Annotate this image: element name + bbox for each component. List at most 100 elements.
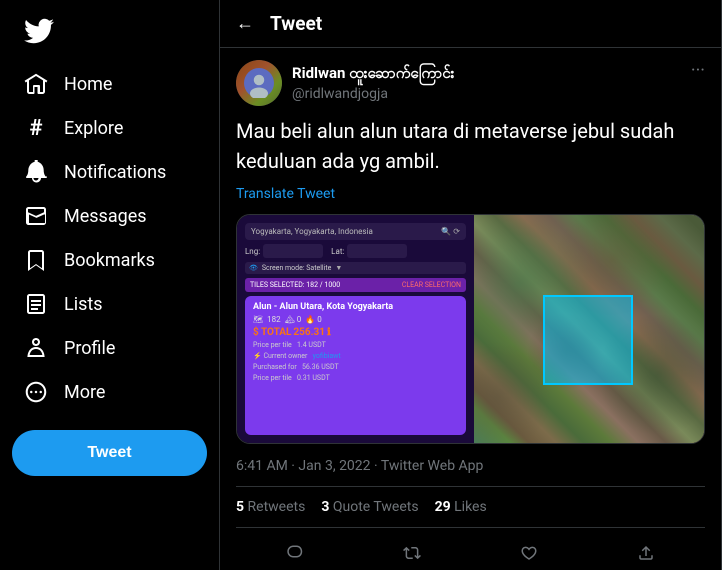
- author-handle: @ridlwandjogja: [292, 86, 454, 102]
- tweet-stats: 5 Retweets 3 Quote Tweets 29 Likes: [236, 487, 705, 528]
- twitter-logo[interactable]: [12, 8, 207, 58]
- sidebar-item-messages[interactable]: Messages: [12, 194, 207, 238]
- price-per-tile2: Price per tile 0.31 USDT: [253, 374, 458, 382]
- sidebar-item-messages-label: Messages: [64, 206, 147, 227]
- sidebar-item-explore-label: Explore: [64, 118, 123, 139]
- author-info: Ridlwan ထူးဆောက်ကြောင်း @ridlwandjogja: [236, 60, 454, 106]
- share-button[interactable]: [629, 536, 663, 570]
- bell-icon: [24, 160, 48, 184]
- clear-selection[interactable]: CLEAR SELECTION: [402, 281, 461, 289]
- map-search-bar: Yogyakarta, Yogyakarta, Indonesia 🔍 ⟳: [245, 223, 466, 240]
- sidebar-item-notifications-label: Notifications: [64, 162, 166, 183]
- sidebar-item-profile-label: Profile: [64, 338, 115, 359]
- plus-icon: 🏔 0: [285, 315, 302, 324]
- sidebar-item-more[interactable]: More: [12, 370, 207, 414]
- lng-field: Lng:: [245, 244, 323, 258]
- search-icon: 🔍 ⟳: [441, 227, 460, 236]
- property-name: Alun - Alun Utara, Kota Yogyakarta: [253, 302, 458, 312]
- tweet-metadata: 6:41 AM · Jan 3, 2022 · Twitter Web App: [236, 454, 705, 487]
- tweet-body: Ridlwan ထူးဆောက်ကြောင်း @ridlwandjogja ·…: [220, 48, 721, 570]
- tweet-view-header: ← Tweet: [220, 0, 721, 48]
- property-card: Alun - Alun Utara, Kota Yogyakarta 🗺 182…: [245, 296, 466, 435]
- metaverse-map-satellite: [474, 215, 704, 443]
- lists-icon: [24, 292, 48, 316]
- lat-label: Lat:: [331, 247, 344, 256]
- property-stats: 🗺 182 🏔 0 🔥 0: [253, 315, 458, 324]
- back-button[interactable]: ←: [236, 13, 254, 34]
- info-icon: ℹ: [327, 327, 331, 338]
- likes-stat[interactable]: 29 Likes: [435, 499, 487, 515]
- tweet-button[interactable]: Tweet: [12, 430, 207, 476]
- tweet-author-row: Ridlwan ထူးဆောက်ကြောင်း @ridlwandjogja ·…: [236, 60, 705, 106]
- satellite-map: [474, 215, 704, 443]
- purchased-label: Purchased for: [253, 363, 297, 371]
- tweet-image: Yogyakarta, Yogyakarta, Indonesia 🔍 ⟳ Ln…: [236, 214, 705, 444]
- retweets-stat[interactable]: 5 Retweets: [236, 499, 305, 515]
- sidebar-item-notifications[interactable]: Notifications: [12, 150, 207, 194]
- current-owner-value: yofibiawt: [313, 352, 341, 360]
- sidebar-item-lists[interactable]: Lists: [12, 282, 207, 326]
- profile-icon: [24, 336, 48, 360]
- lat-input: [347, 244, 407, 258]
- total-value: 256.31: [293, 327, 325, 338]
- total-label: $ TOTAL: [253, 327, 291, 338]
- selected-area-highlight: [543, 295, 633, 385]
- current-owner-label: Current owner: [263, 352, 307, 360]
- property-total: $ TOTAL 256.31 ℹ: [253, 327, 458, 338]
- sidebar-item-home[interactable]: Home: [12, 62, 207, 106]
- author-text: Ridlwan ထူးဆောက်ကြောင်း @ridlwandjogja: [292, 64, 454, 102]
- quote-label: Quote Tweets: [333, 499, 419, 515]
- bookmark-icon: [24, 248, 48, 272]
- retweet-button[interactable]: [395, 536, 429, 570]
- tiles-bar: TILES SELECTED: 182 / 1000 CLEAR SELECTI…: [245, 278, 466, 292]
- price-value2: 0.31 USDT: [297, 374, 330, 382]
- likes-label: Likes: [454, 499, 487, 515]
- sidebar-item-explore[interactable]: # Explore: [12, 106, 207, 150]
- tweet-main: ← Tweet Ridlwan ထူးဆောက်ကြောင်း: [220, 0, 722, 570]
- tweet-text: Mau beli alun alun utara di metaverse je…: [236, 116, 705, 176]
- lat-field: Lat:: [331, 244, 407, 258]
- map-coordinates: Lng: Lat:: [245, 244, 466, 258]
- author-display-name: Ridlwan ထူးဆောက်ကြောင်း: [292, 64, 454, 86]
- lng-input: [263, 244, 323, 258]
- retweets-label: Retweets: [248, 499, 306, 515]
- price-per-tile-label: Price per tile: [253, 341, 292, 349]
- screen-mode: 👁 Screen mode: Satellite ▼: [245, 262, 466, 274]
- like-button[interactable]: [512, 536, 546, 570]
- map-location-text: Yogyakarta, Yogyakarta, Indonesia: [251, 227, 441, 236]
- avatar: [236, 60, 282, 106]
- sidebar-item-bookmarks[interactable]: Bookmarks: [12, 238, 207, 282]
- quote-count: 3: [321, 499, 329, 515]
- tiles-icon: 🗺: [253, 315, 263, 324]
- purchased-value: 56.36 USDT: [302, 363, 339, 371]
- price-label2: Price per tile: [253, 374, 292, 382]
- price-per-tile-value: 1.4 USDT: [297, 341, 326, 349]
- tweet-more-button[interactable]: ···: [691, 60, 705, 81]
- likes-count: 29: [435, 499, 451, 515]
- retweets-count: 5: [236, 499, 244, 515]
- home-icon: [24, 72, 48, 96]
- metaverse-map-left: Yogyakarta, Yogyakarta, Indonesia 🔍 ⟳ Ln…: [237, 215, 474, 443]
- quote-tweets-stat[interactable]: 3 Quote Tweets: [321, 499, 418, 515]
- sidebar-item-home-label: Home: [64, 74, 112, 95]
- lng-label: Lng:: [245, 247, 260, 256]
- mail-icon: [24, 204, 48, 228]
- purchased-for: Purchased for 56.36 USDT: [253, 363, 458, 371]
- lightning-icon: ⚡: [253, 352, 262, 360]
- fire-icon: 🔥 0: [305, 315, 321, 324]
- price-per-tile: Price per tile 1.4 USDT: [253, 341, 458, 349]
- screen-mode-label: Screen mode: Satellite: [262, 264, 331, 272]
- tweet-actions: [236, 528, 705, 570]
- tweet-view-title: Tweet: [270, 12, 322, 35]
- sidebar-item-lists-label: Lists: [64, 294, 103, 315]
- explore-icon: #: [24, 116, 48, 140]
- tiles-selected-label: TILES SELECTED: 182 / 1000: [250, 281, 340, 289]
- reply-button[interactable]: [278, 536, 312, 570]
- tiles-value: 182: [267, 315, 281, 324]
- more-icon: [24, 380, 48, 404]
- sidebar: Home # Explore Notifications Messages Bo…: [0, 0, 220, 570]
- sidebar-item-profile[interactable]: Profile: [12, 326, 207, 370]
- translate-link[interactable]: Translate Tweet: [236, 186, 705, 202]
- current-owner: ⚡ Current owner yofibiawt: [253, 352, 458, 360]
- sidebar-item-more-label: More: [64, 382, 105, 403]
